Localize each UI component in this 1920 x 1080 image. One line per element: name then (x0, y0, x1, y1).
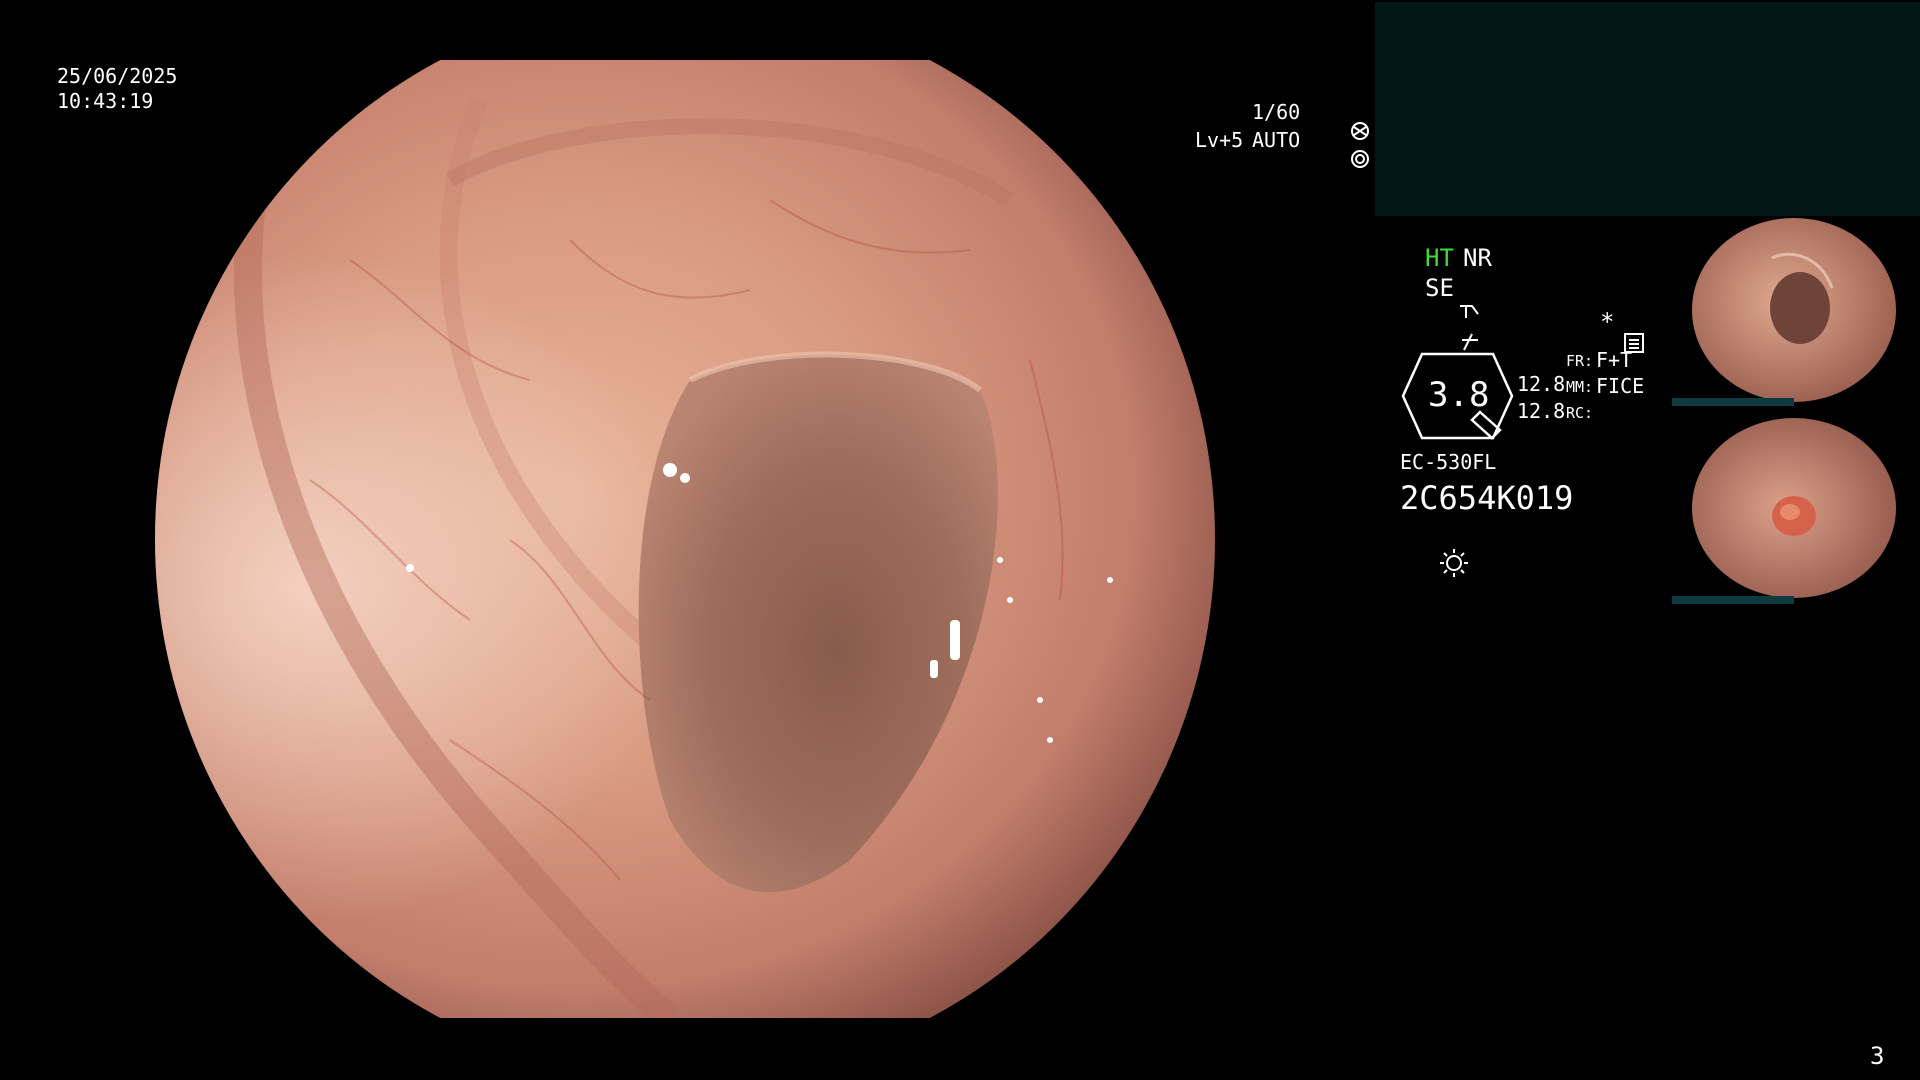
status-panel (1375, 2, 1920, 216)
thumbnail-bar (1672, 596, 1794, 604)
endoscopic-image (150, 60, 1220, 1018)
mm-value: FICE (1596, 374, 1645, 398)
asterisk-indicator: * (1600, 308, 1615, 336)
scope-model-label: EC-530FL (1400, 450, 1497, 474)
shutter-speed-label: 1/60 (1252, 100, 1301, 124)
gauge-value: 3.8 (1428, 375, 1490, 415)
level-label: Lv+5 (1195, 128, 1244, 152)
endoscope-screen: 25/06/2025 10:43:19 1/60 Lv+5 AUTO HT NR… (0, 0, 1920, 1080)
date-label: 25/06/2025 (57, 64, 178, 88)
rc-label: RC: (1566, 404, 1594, 422)
fr-label: FR: (1566, 352, 1594, 370)
mm-label: MM: (1566, 378, 1594, 396)
value-top: 12.8 (1517, 372, 1566, 396)
iris-icon (1302, 129, 1370, 192)
auto-mode-label: AUTO (1252, 128, 1301, 152)
value-bottom: 12.8 (1517, 399, 1566, 423)
thumbnail-2[interactable] (1672, 416, 1914, 604)
scope-serial-label: 2C654K019 (1400, 479, 1574, 517)
thumbnail-bar (1672, 398, 1794, 406)
thumbnail-1[interactable] (1672, 218, 1914, 406)
ht-indicator: HT (1425, 244, 1454, 272)
fr-value: F+T (1596, 348, 1633, 372)
sun-icon (1400, 532, 1469, 597)
time-label: 10:43:19 (57, 89, 154, 113)
nr-indicator: NR (1463, 244, 1492, 272)
se-indicator: SE (1425, 274, 1454, 302)
page-number: 3 (1870, 1042, 1885, 1070)
